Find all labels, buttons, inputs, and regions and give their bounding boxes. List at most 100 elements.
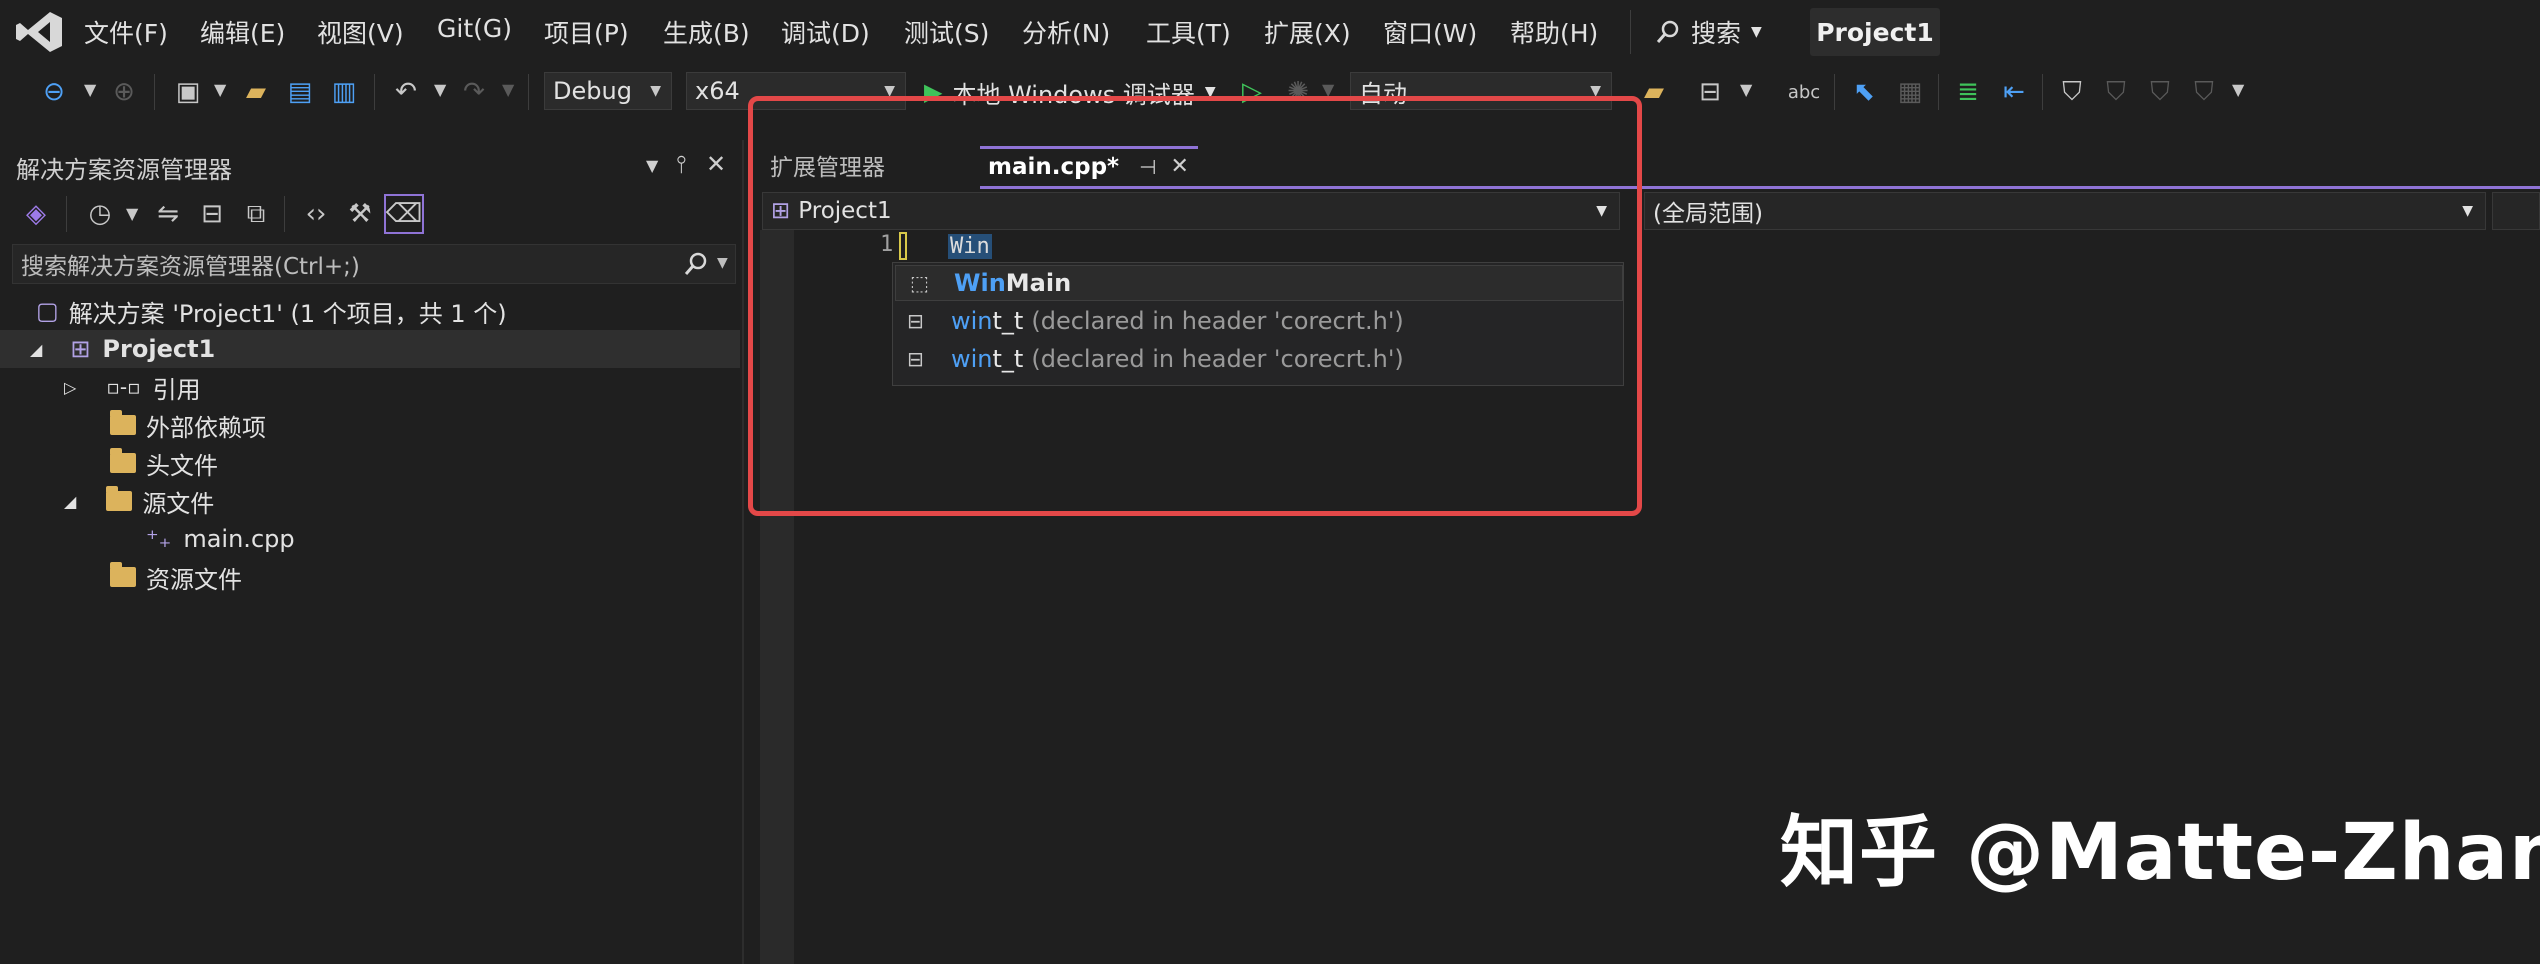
save-all-icon[interactable]: ▥ — [326, 74, 362, 110]
cursor-select-icon[interactable]: ⬉ — [1846, 74, 1882, 110]
menu-git[interactable]: Git(G) — [437, 14, 512, 43]
search-icon[interactable] — [683, 251, 709, 277]
open-folder-icon[interactable]: ▰ — [238, 74, 274, 110]
resource-files-label: 资源文件 — [146, 565, 242, 594]
menu-project[interactable]: 项目(P) — [544, 14, 629, 50]
member-nav-select[interactable] — [2492, 192, 2540, 230]
chevron-down-icon[interactable]: ▼ — [214, 80, 226, 99]
chevron-down-icon[interactable]: ▼ — [646, 156, 658, 175]
chevron-down-icon[interactable]: ▼ — [717, 255, 728, 271]
solution-icon: ▢ — [36, 297, 59, 325]
back-icon[interactable]: ⊖ — [36, 74, 72, 110]
nav-scope-label: (全局范围) — [1653, 201, 1763, 227]
prev-bookmark-icon[interactable]: ⛉ — [2098, 74, 2134, 110]
chevron-down-icon[interactable]: ▼ — [2232, 80, 2244, 99]
menu-edit[interactable]: 编辑(E) — [200, 14, 285, 50]
chevron-down-icon: ▼ — [1751, 24, 1762, 40]
layout-icon[interactable]: ⊟ — [1692, 74, 1728, 110]
tree-solution[interactable]: ▢ 解决方案 'Project1' (1 个项目，共 1 个) — [36, 292, 507, 330]
main-cpp-label: main.cpp — [183, 525, 295, 553]
visual-studio-logo-icon[interactable] — [14, 10, 64, 54]
code-view-icon[interactable]: ‹› — [298, 196, 334, 232]
solution-explorer-toolbar: ◈ ◷ ▼ ⇋ ⊟ ⧉ ‹› ⚒ ⌫ — [0, 192, 744, 236]
show-all-files-icon[interactable]: ⧉ — [238, 196, 274, 232]
solution-search-input[interactable]: 搜索解决方案资源管理器(Ctrl+;) ▼ — [12, 244, 736, 284]
menu-debug[interactable]: 调试(D) — [781, 14, 870, 50]
menu-view[interactable]: 视图(V) — [317, 14, 404, 50]
scope-nav-select[interactable]: (全局范围) ▼ — [1644, 192, 2486, 230]
menu-build[interactable]: 生成(B) — [663, 14, 750, 50]
tree-header-files[interactable]: 头文件 — [110, 444, 218, 482]
cpp-file-icon: ⁺₊ — [146, 525, 172, 553]
history-icon[interactable]: ◷ — [82, 196, 118, 232]
source-folder-icon — [106, 486, 133, 511]
expanded-arrow-icon[interactable]: ◢ — [64, 492, 76, 511]
search-label: 搜索 — [1691, 19, 1742, 48]
outdent-icon[interactable]: ⇤ — [1996, 74, 2032, 110]
resource-folder-icon — [110, 562, 136, 587]
toolbar-divider — [2042, 74, 2043, 110]
save-icon[interactable]: ▤ — [282, 74, 318, 110]
menu-file[interactable]: 文件(F) — [84, 14, 168, 50]
chevron-down-icon[interactable]: ▼ — [434, 80, 446, 99]
toolbar-divider — [1938, 74, 1939, 110]
redo-icon[interactable]: ↷ — [456, 74, 492, 110]
chevron-down-icon: ▼ — [2462, 203, 2473, 219]
close-icon[interactable]: ✕ — [706, 150, 726, 178]
configuration-select[interactable]: Debug ▼ — [544, 72, 672, 110]
spell-check-icon[interactable]: abc — [1786, 74, 1822, 110]
forward-icon[interactable]: ⊕ — [106, 74, 142, 110]
next-bookmark-icon[interactable]: ⛉ — [2142, 74, 2178, 110]
collapse-all-icon[interactable]: ⊟ — [194, 196, 230, 232]
watermark: 知乎 @Matte-Zhang — [1780, 808, 2540, 898]
tree-resource-files[interactable]: 资源文件 — [110, 558, 242, 596]
header-files-label: 头文件 — [146, 451, 218, 480]
chevron-down-icon[interactable]: ▼ — [126, 204, 138, 223]
menu-extensions[interactable]: 扩展(X) — [1264, 14, 1351, 50]
collapsed-arrow-icon[interactable]: ▷ — [64, 378, 76, 397]
search-button[interactable]: 搜索 ▼ — [1655, 10, 1762, 54]
pin-icon[interactable]: ⫯ — [676, 150, 686, 178]
project-icon: ⊞ — [70, 335, 91, 363]
solution-explorer-title: 解决方案资源管理器 — [16, 156, 232, 184]
expanded-arrow-icon[interactable]: ◢ — [30, 340, 42, 359]
references-label: 引用 — [152, 375, 201, 404]
tree-source-files[interactable]: ◢ 源文件 — [64, 482, 214, 520]
chevron-down-icon[interactable]: ▼ — [502, 80, 514, 99]
tree-main-cpp[interactable]: ⁺₊ main.cpp — [146, 520, 295, 558]
tree-external-deps[interactable]: 外部依赖项 — [110, 406, 266, 444]
properties-icon[interactable]: ⚒ — [342, 196, 378, 232]
solution-explorer-panel: 解决方案资源管理器 ▼ ⫯ ✕ ◈ ◷ ▼ ⇋ ⊟ ⧉ ‹› ⚒ ⌫ 搜索解决方… — [0, 140, 744, 964]
menu-tools[interactable]: 工具(T) — [1146, 14, 1231, 50]
toolbar-divider — [528, 74, 529, 110]
undo-icon[interactable]: ↶ — [388, 74, 424, 110]
header-folder-icon — [110, 448, 136, 473]
menu-analyze[interactable]: 分析(N) — [1022, 14, 1110, 50]
window-title: Project1 — [1810, 8, 1940, 56]
tree-project[interactable]: ◢ ⊞ Project1 — [0, 330, 740, 368]
toolbar-divider — [154, 74, 155, 110]
sync-icon[interactable]: ⇋ — [150, 196, 186, 232]
solution-search-placeholder: 搜索解决方案资源管理器(Ctrl+;) — [21, 254, 360, 280]
tree-references[interactable]: ▷ ▫‐▫ 引用 — [64, 368, 201, 406]
preview-selected-icon[interactable]: ⌫ — [384, 194, 424, 234]
indent-icon[interactable]: ≣ — [1950, 74, 1986, 110]
search-icon — [1656, 20, 1679, 43]
chevron-down-icon[interactable]: ▼ — [84, 80, 96, 99]
switch-views-icon[interactable]: ◈ — [18, 196, 54, 232]
toolbar-divider — [374, 74, 375, 110]
clear-bookmarks-icon[interactable]: ⛉ — [2186, 74, 2222, 110]
format-icon[interactable]: ▦ — [1892, 74, 1928, 110]
new-project-icon[interactable]: ▣ — [170, 74, 206, 110]
platform-value: x64 — [695, 77, 740, 105]
menu-bar: 文件(F) 编辑(E) 视图(V) Git(G) 项目(P) 生成(B) 调试(… — [0, 0, 2540, 66]
toolbar-divider — [66, 196, 67, 232]
toolbar-divider — [284, 196, 285, 232]
menu-help[interactable]: 帮助(H) — [1510, 14, 1598, 50]
source-files-label: 源文件 — [142, 489, 215, 518]
menu-window[interactable]: 窗口(W) — [1383, 14, 1477, 50]
highlight-annotation-box — [748, 96, 1642, 516]
chevron-down-icon[interactable]: ▼ — [1740, 80, 1752, 99]
bookmark-icon[interactable]: ⛉ — [2054, 74, 2090, 110]
menu-test[interactable]: 测试(S) — [904, 14, 989, 50]
